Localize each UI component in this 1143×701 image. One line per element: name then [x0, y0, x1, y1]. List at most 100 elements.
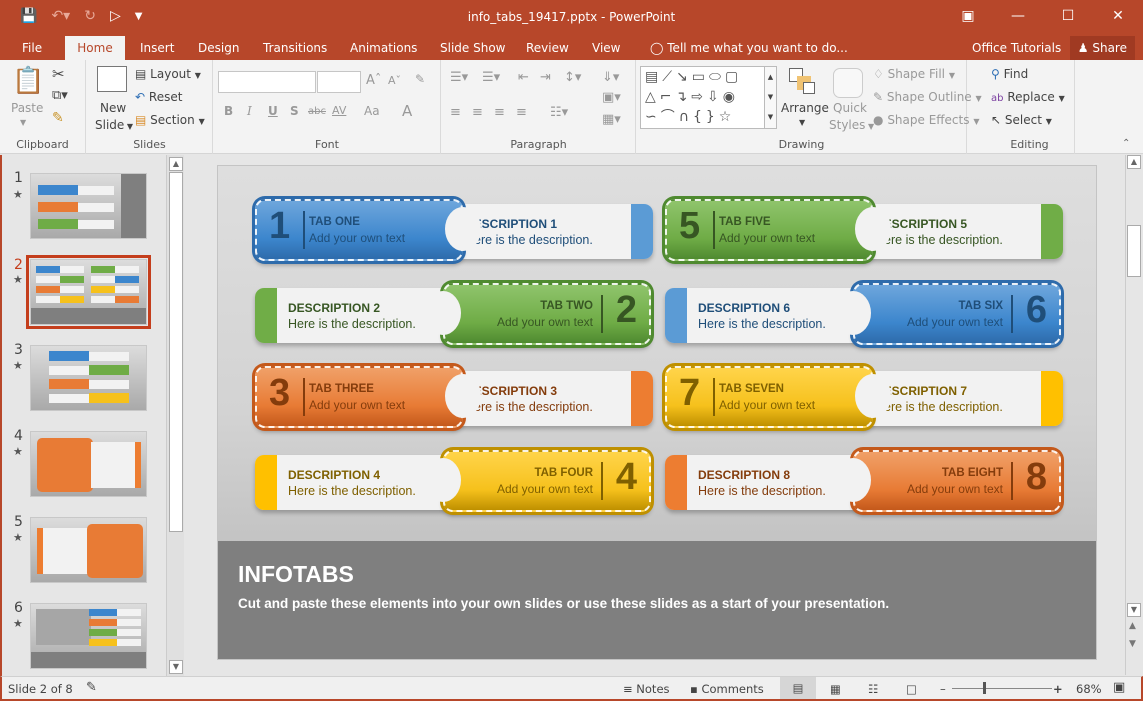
shape-outline-button[interactable]: ✎ Shape Outline ▼	[873, 90, 982, 104]
font-color-button[interactable]: A	[402, 102, 412, 120]
arrange-button[interactable]: Arrange	[781, 101, 829, 115]
columns-icon[interactable]: ☷▾	[550, 105, 568, 120]
align-left-icon[interactable]: ≡	[450, 105, 461, 120]
reading-view-button[interactable]: ☷	[868, 682, 878, 696]
font-size-combo[interactable]	[317, 71, 361, 93]
info-tab-card[interactable]: DESCRIPTION 2 Here is the description. 2…	[255, 283, 653, 345]
notes-button[interactable]: ≡ Notes	[623, 682, 670, 696]
new-slide-icon[interactable]	[97, 66, 127, 92]
replace-button[interactable]: ab Replace ▼	[991, 90, 1065, 104]
decrease-indent-icon[interactable]: ⇤	[518, 70, 529, 85]
quick-styles-label[interactable]: Quick	[833, 101, 867, 115]
tab-file[interactable]: File	[12, 36, 52, 60]
tab-home[interactable]: Home	[65, 36, 125, 60]
info-tab-card[interactable]: DESCRIPTION 4 Here is the description. 4…	[255, 450, 653, 512]
zoom-level[interactable]: 68%	[1076, 682, 1102, 696]
slide-canvas[interactable]: DESCRIPTION 1 Here is the description. 1…	[217, 165, 1097, 660]
shape-fill-button[interactable]: ♢ Shape Fill ▼	[873, 67, 955, 81]
tab-slide-show[interactable]: Slide Show	[430, 36, 515, 60]
shapes-gallery[interactable]: ▤⟋↘▭⬭▢ △⌐↴⇨⇩◉ ∽⌒∩{}☆	[640, 66, 773, 129]
new-slide-button[interactable]: Slide ▼	[95, 118, 133, 132]
slide-footer-title[interactable]: INFOTABS	[238, 561, 354, 588]
scroll-up-button[interactable]: ▲	[169, 157, 183, 171]
zoom-slider-track[interactable]	[952, 688, 1052, 689]
fit-slide-icon[interactable]: ▣	[1113, 680, 1125, 695]
slide-thumbnail-4[interactable]	[30, 431, 147, 497]
clear-formatting-icon[interactable]: ✎	[415, 72, 425, 86]
zoom-out-button[interactable]: –	[940, 682, 946, 696]
scrollbar-thumb[interactable]	[1127, 225, 1141, 277]
character-spacing-button[interactable]: AV	[332, 104, 346, 117]
paste-dropdown-icon[interactable]: ▼	[20, 118, 26, 127]
info-tab-card[interactable]: DESCRIPTION 7 Here is the description. 7…	[665, 366, 1063, 428]
ribbon-display-options-icon[interactable]: ▣	[943, 0, 993, 32]
smartart-icon[interactable]: ▦▾	[602, 112, 621, 127]
italic-button[interactable]: I	[247, 104, 252, 118]
scrollbar-thumb[interactable]	[169, 172, 183, 532]
change-case-button[interactable]: Aa	[364, 104, 380, 118]
normal-view-button[interactable]: ▤	[780, 677, 816, 699]
layout-button[interactable]: ▤ Layout ▼	[135, 67, 201, 81]
justify-icon[interactable]: ≡	[516, 105, 527, 120]
bullets-icon[interactable]: ☰▾	[450, 70, 468, 85]
maximize-button[interactable]: ☐	[1043, 0, 1093, 32]
close-button[interactable]: ✕	[1093, 0, 1143, 32]
underline-button[interactable]: U	[268, 104, 278, 118]
slide-footer-text[interactable]: Cut and paste these elements into your o…	[238, 596, 889, 611]
zoom-in-button[interactable]: +	[1053, 682, 1063, 696]
find-button[interactable]: ⚲ Find	[991, 67, 1028, 81]
slide-show-button[interactable]: □	[906, 682, 917, 696]
slide-sorter-button[interactable]: ▦	[830, 682, 841, 696]
increase-indent-icon[interactable]: ⇥	[540, 70, 551, 85]
next-slide-icon[interactable]: ▼	[1129, 639, 1136, 649]
tab-transitions[interactable]: Transitions	[253, 36, 337, 60]
copy-icon[interactable]: ⧉▾	[52, 88, 68, 103]
slide-thumbnail-6[interactable]	[30, 603, 147, 669]
tab-animations[interactable]: Animations	[340, 36, 427, 60]
info-tab-card[interactable]: DESCRIPTION 1 Here is the description. 1…	[255, 199, 653, 261]
arrange-icon[interactable]	[789, 68, 817, 96]
slide-thumbnail-2[interactable]	[26, 255, 151, 329]
numbering-icon[interactable]: ☰▾	[482, 70, 500, 85]
info-tab-card[interactable]: DESCRIPTION 6 Here is the description. 6…	[665, 283, 1063, 345]
info-tab-card[interactable]: DESCRIPTION 8 Here is the description. 8…	[665, 450, 1063, 512]
align-text-icon[interactable]: ▣▾	[602, 90, 621, 105]
share-button[interactable]: ♟ Share	[1069, 36, 1135, 60]
collapse-ribbon-icon[interactable]: ⌃	[1122, 138, 1130, 149]
scroll-up-button[interactable]: ▲	[1127, 155, 1141, 169]
shadow-button[interactable]: S	[290, 104, 299, 118]
select-button[interactable]: ↖ Select ▼	[991, 113, 1052, 127]
tell-me-search[interactable]: ◯ Tell me what you want to do...	[640, 36, 858, 60]
align-right-icon[interactable]: ≡	[494, 105, 505, 120]
paste-button[interactable]: Paste	[11, 101, 43, 115]
slide-scrollbar[interactable]: ▲ ▼ ▲ ▼	[1125, 155, 1141, 675]
shapes-gallery-scroll[interactable]: ▲ ▼ ▼	[764, 66, 777, 129]
bold-button[interactable]: B	[224, 104, 233, 118]
section-button[interactable]: ▤ Section ▼	[135, 113, 205, 127]
increase-font-icon[interactable]: Aˆ	[366, 73, 381, 88]
font-name-combo[interactable]	[218, 71, 316, 93]
decrease-font-icon[interactable]: Aˇ	[388, 74, 401, 87]
format-painter-icon[interactable]: ✎	[52, 110, 64, 126]
slide-thumbnail-3[interactable]	[30, 345, 147, 411]
quick-styles-icon[interactable]	[833, 68, 863, 98]
scroll-down-button[interactable]: ▼	[1127, 603, 1141, 617]
info-tab-card[interactable]: DESCRIPTION 3 Here is the description. 3…	[255, 366, 653, 428]
new-slide-label[interactable]: New	[100, 101, 126, 115]
reset-button[interactable]: ↶ Reset	[135, 90, 182, 104]
cut-icon[interactable]: ✂	[52, 65, 65, 83]
info-tab-card[interactable]: DESCRIPTION 5 Here is the description. 5…	[665, 199, 1063, 261]
align-center-icon[interactable]: ≡	[472, 105, 483, 120]
line-spacing-icon[interactable]: ↕▾	[564, 70, 581, 85]
paste-icon[interactable]: 📋	[12, 66, 44, 96]
previous-slide-icon[interactable]: ▲	[1129, 621, 1136, 631]
text-direction-icon[interactable]: ⇓▾	[602, 70, 619, 85]
slides-panel-scrollbar[interactable]: ▲ ▼	[166, 155, 184, 676]
slide-thumbnail-5[interactable]	[30, 517, 147, 583]
shape-effects-button[interactable]: ● Shape Effects ▼	[873, 113, 979, 127]
comments-button[interactable]: ▪ Comments	[690, 682, 764, 696]
tab-design[interactable]: Design	[188, 36, 249, 60]
office-tutorials-link[interactable]: Office Tutorials	[962, 36, 1071, 60]
zoom-slider-thumb[interactable]	[983, 682, 987, 694]
tab-insert[interactable]: Insert	[130, 36, 184, 60]
